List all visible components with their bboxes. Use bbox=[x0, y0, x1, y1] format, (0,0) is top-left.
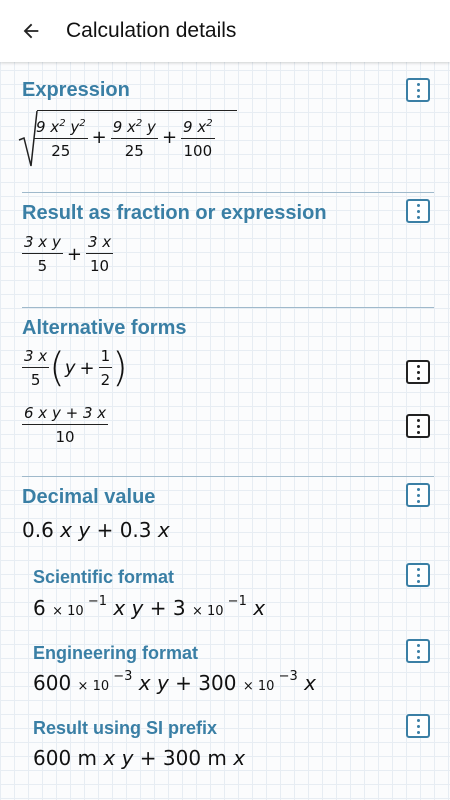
plus-sign: + bbox=[66, 243, 82, 265]
divider bbox=[22, 476, 434, 477]
left-paren: ( bbox=[49, 345, 65, 391]
divider bbox=[22, 192, 434, 193]
alternative-section: Alternative forms bbox=[22, 316, 434, 340]
fraction: 6 x y + 3 x 10 bbox=[22, 404, 109, 446]
fraction: 1 2 bbox=[98, 347, 113, 389]
decimal-section: Decimal value bbox=[22, 485, 434, 509]
variable: y bbox=[64, 357, 76, 379]
fraction: 3 x 5 bbox=[22, 347, 50, 389]
fraction: 9 x2 100 bbox=[181, 114, 215, 161]
expression-title: Expression bbox=[22, 79, 130, 101]
plus-sign: + bbox=[161, 127, 178, 148]
divider bbox=[22, 307, 434, 308]
result-title: Result as fraction or expression bbox=[22, 202, 327, 224]
si-prefix-value: 600 m x y + 300 m x bbox=[33, 746, 246, 770]
decimal-menu-button[interactable] bbox=[406, 483, 430, 507]
alternative-title: Alternative forms bbox=[22, 317, 187, 339]
result-section: Result as fraction or expression bbox=[22, 201, 434, 225]
fraction: 9 x2 y 25 bbox=[110, 114, 158, 161]
plus-sign: + bbox=[91, 127, 107, 148]
fraction: 9 x2 y2 25 bbox=[34, 114, 88, 161]
page-title: Calculation details bbox=[66, 19, 237, 42]
arrow-left-icon bbox=[23, 23, 39, 39]
back-button[interactable] bbox=[0, 0, 62, 62]
decimal-title: Decimal value bbox=[22, 486, 156, 508]
alternative-form-2: 6 x y + 3 x 10 bbox=[22, 403, 109, 447]
engineering-value: 600 × 10 −3 x y + 300 × 10 −3 x bbox=[33, 669, 316, 695]
expression-section: Expression bbox=[22, 78, 434, 102]
sqrt-content: 9 x2 y2 25 + 9 x2 y 25 + 9 x2 100 bbox=[34, 114, 215, 161]
result-menu-button[interactable] bbox=[406, 199, 430, 223]
right-paren: ) bbox=[112, 345, 128, 391]
expression-menu-button[interactable] bbox=[406, 78, 430, 102]
decimal-value: 0.6 x y + 0.3 x bbox=[22, 518, 170, 542]
alternative-form-1-menu-button[interactable] bbox=[406, 360, 430, 384]
scientific-title: Scientific format bbox=[33, 567, 175, 587]
si-prefix-section: Result using SI prefix bbox=[33, 717, 445, 739]
scientific-menu-button[interactable] bbox=[406, 563, 430, 587]
fraction: 3 x y 5 bbox=[22, 233, 63, 275]
plus-sign: + bbox=[79, 357, 95, 379]
sqrt-bar bbox=[37, 110, 237, 112]
engineering-section: Engineering format bbox=[33, 642, 445, 664]
app-bar: Calculation details bbox=[0, 0, 450, 62]
engineering-title: Engineering format bbox=[33, 643, 199, 663]
alternative-form-2-menu-button[interactable] bbox=[406, 414, 430, 438]
alternative-form-1: 3 x 5 (y + 1 2 ) bbox=[22, 346, 128, 390]
result-math: 3 x y 5 + 3 x 10 bbox=[22, 232, 114, 276]
si-prefix-menu-button[interactable] bbox=[406, 714, 430, 738]
scientific-value: 6 × 10 −1 x y + 3 × 10 −1 x bbox=[33, 594, 266, 620]
engineering-menu-button[interactable] bbox=[406, 639, 430, 663]
si-prefix-title: Result using SI prefix bbox=[33, 718, 218, 738]
fraction: 3 x 10 bbox=[85, 233, 114, 275]
scientific-section: Scientific format bbox=[33, 566, 445, 588]
